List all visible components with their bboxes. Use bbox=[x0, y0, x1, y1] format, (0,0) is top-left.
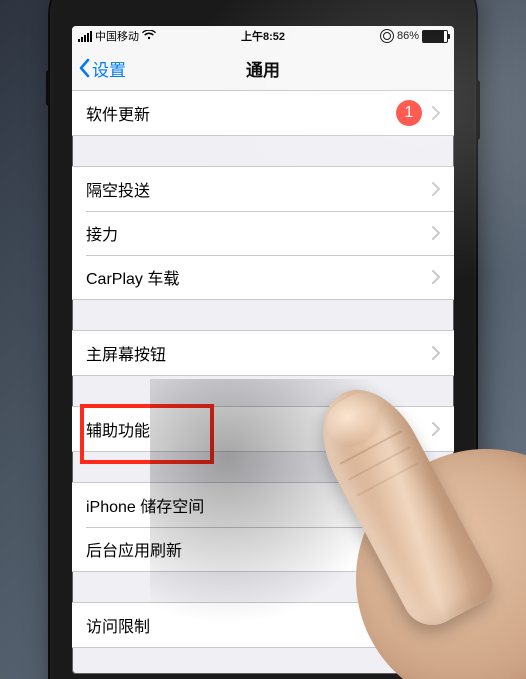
nav-bar: 设置 通用 bbox=[72, 46, 454, 91]
chevron-right-icon bbox=[432, 182, 440, 196]
page-title: 通用 bbox=[72, 56, 454, 81]
row-background-refresh[interactable]: 后台应用刷新 bbox=[72, 527, 454, 571]
status-bar: 中国移动 上午8:52 86% bbox=[72, 26, 454, 46]
row-label: 软件更新 bbox=[86, 101, 396, 125]
screen: 中国移动 上午8:52 86% 设置 通用 bbox=[72, 26, 454, 674]
chevron-right-icon bbox=[432, 270, 440, 284]
row-label: 访问限制 bbox=[86, 613, 392, 637]
row-label: iPhone 储存空间 bbox=[86, 493, 432, 517]
row-airdrop[interactable]: 隔空投送 bbox=[72, 167, 454, 211]
row-label: 主屏幕按钮 bbox=[86, 341, 432, 365]
settings-list: 软件更新 1 隔空投送 接力 CarPlay 车载 bbox=[72, 90, 454, 674]
chevron-right-icon bbox=[432, 498, 440, 512]
row-home-button[interactable]: 主屏幕按钮 bbox=[72, 331, 454, 375]
orientation-lock-icon bbox=[380, 29, 394, 43]
chevron-right-icon bbox=[432, 618, 440, 632]
phone-frame: 中国移动 上午8:52 86% 设置 通用 bbox=[50, 0, 476, 679]
chevron-right-icon bbox=[432, 422, 440, 436]
row-iphone-storage[interactable]: iPhone 储存空间 bbox=[72, 483, 454, 527]
row-handoff[interactable]: 接力 bbox=[72, 211, 454, 255]
row-carplay[interactable]: CarPlay 车载 bbox=[72, 255, 454, 299]
row-label: CarPlay 车载 bbox=[86, 265, 432, 289]
battery-icon bbox=[422, 30, 448, 43]
row-detail: 关闭 bbox=[392, 613, 424, 637]
signal-icon bbox=[78, 31, 92, 42]
row-label: 辅助功能 bbox=[86, 417, 432, 441]
chevron-right-icon bbox=[432, 106, 440, 120]
battery-percent: 86% bbox=[397, 30, 419, 42]
row-software-update[interactable]: 软件更新 1 bbox=[72, 91, 454, 135]
carrier-label: 中国移动 bbox=[95, 28, 139, 44]
row-label: 后台应用刷新 bbox=[86, 537, 432, 561]
update-badge: 1 bbox=[396, 100, 422, 126]
wifi-icon bbox=[142, 30, 156, 42]
back-label: 设置 bbox=[92, 56, 126, 81]
row-restrictions[interactable]: 访问限制 关闭 bbox=[72, 603, 454, 647]
chevron-left-icon bbox=[78, 58, 90, 78]
back-button[interactable]: 设置 bbox=[72, 56, 126, 81]
row-accessibility[interactable]: 辅助功能 bbox=[72, 407, 454, 451]
row-label: 接力 bbox=[86, 221, 432, 245]
chevron-right-icon bbox=[432, 542, 440, 556]
chevron-right-icon bbox=[432, 226, 440, 240]
chevron-right-icon bbox=[432, 346, 440, 360]
row-label: 隔空投送 bbox=[86, 177, 432, 201]
